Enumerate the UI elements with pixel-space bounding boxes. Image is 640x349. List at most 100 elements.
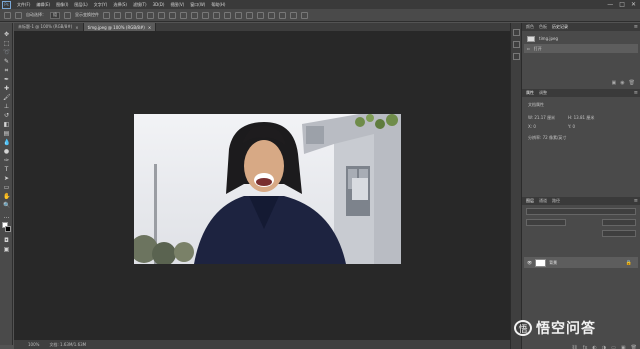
history-state-row[interactable]: ▫ 打开 xyxy=(524,44,638,53)
move-tool-preset-icon[interactable] xyxy=(4,11,11,19)
lasso-tool-icon[interactable]: ➰ xyxy=(3,49,10,56)
add-mask-icon[interactable]: ◐ xyxy=(592,345,596,349)
distribute-hcenter-icon[interactable] xyxy=(213,11,220,19)
history-dock-icon[interactable] xyxy=(513,29,520,36)
quick-mask-icon[interactable]: ◘ xyxy=(3,237,10,244)
menu-select[interactable]: 选择(S) xyxy=(113,2,127,8)
crop-tool-icon[interactable]: ⌗ xyxy=(3,67,10,74)
tab-layers[interactable]: 图层 xyxy=(526,198,534,204)
zoom-tool-icon[interactable]: 🔍 xyxy=(3,202,10,209)
distribute-bottom-icon[interactable] xyxy=(191,11,198,19)
adjustment-layer-icon[interactable]: ◑ xyxy=(602,345,606,349)
move-tool-icon[interactable]: ✥ xyxy=(3,31,10,38)
shape-tool-icon[interactable]: ▭ xyxy=(3,184,10,191)
delete-state-icon[interactable]: 🗑 xyxy=(629,80,635,87)
gradient-tool-icon[interactable]: ▤ xyxy=(3,130,10,137)
align-bottom-icon[interactable] xyxy=(125,11,132,19)
quick-select-tool-icon[interactable]: ✎ xyxy=(3,58,10,65)
tab-paths[interactable]: 路径 xyxy=(552,198,560,204)
x-value[interactable]: X: 0 xyxy=(528,124,536,129)
document-tab-active[interactable]: timg.jpeg @ 100% (RGB/8#) × xyxy=(83,23,157,31)
layer-style-icon[interactable]: fx xyxy=(583,345,588,349)
layer-name[interactable]: 背景 xyxy=(549,260,557,266)
auto-select-checkbox[interactable] xyxy=(15,11,22,19)
height-value[interactable]: H: 13.81 厘米 xyxy=(568,115,594,121)
close-tab-icon[interactable]: × xyxy=(75,25,78,30)
hand-tool-icon[interactable]: ✋ xyxy=(3,193,10,200)
blur-tool-icon[interactable]: 💧 xyxy=(3,139,10,146)
3d-roll-icon[interactable] xyxy=(268,11,275,19)
fill-field[interactable] xyxy=(602,230,636,237)
document-tab[interactable]: 未标题-1 @ 100% (RGB/8#) × xyxy=(14,23,84,31)
menu-file[interactable]: 文件(F) xyxy=(17,2,30,8)
align-vcenter-icon[interactable] xyxy=(114,11,121,19)
marquee-tool-icon[interactable]: ⬚ xyxy=(3,40,10,47)
tab-swatches[interactable]: 色板 xyxy=(539,24,547,30)
panel-menu-icon[interactable]: ≡ xyxy=(634,198,638,204)
menu-help[interactable]: 帮助(H) xyxy=(211,2,225,8)
zoom-level[interactable]: 100% xyxy=(28,342,39,347)
distribute-vcenter-icon[interactable] xyxy=(180,11,187,19)
tab-history[interactable]: 历史记录 xyxy=(552,24,568,30)
brush-tool-icon[interactable]: 🖌 xyxy=(3,94,11,101)
menu-3d[interactable]: 3D(D) xyxy=(153,2,165,8)
blend-mode-dropdown[interactable] xyxy=(526,219,566,226)
3d-pan-icon[interactable] xyxy=(279,11,286,19)
align-top-icon[interactable] xyxy=(103,11,110,19)
auto-select-dropdown[interactable]: 组 xyxy=(50,11,60,19)
menu-layer[interactable]: 图层(L) xyxy=(74,2,87,8)
panel-menu-icon[interactable]: ≡ xyxy=(634,24,638,30)
path-select-tool-icon[interactable]: ➤ xyxy=(3,175,10,182)
minimize-button[interactable]: — xyxy=(607,1,613,8)
distribute-top-icon[interactable] xyxy=(169,11,176,19)
maximize-button[interactable]: □ xyxy=(619,1,625,8)
tab-channels[interactable]: 通道 xyxy=(539,198,547,204)
layer-filter-dropdown[interactable] xyxy=(526,208,636,215)
width-value[interactable]: W: 21.17 厘米 xyxy=(528,115,555,121)
menu-filter[interactable]: 滤镜(T) xyxy=(133,2,147,8)
tab-properties[interactable]: 属性 xyxy=(526,90,534,96)
menu-view[interactable]: 视图(V) xyxy=(170,2,184,8)
tab-color[interactable]: 颜色 xyxy=(526,24,534,30)
delete-layer-icon[interactable]: 🗑 xyxy=(631,345,637,349)
3d-rotate-icon[interactable] xyxy=(257,11,264,19)
history-brush-tool-icon[interactable]: ↺ xyxy=(3,112,10,119)
pen-tool-icon[interactable]: ✑ xyxy=(3,157,10,164)
document-size-info[interactable]: 文档: 1.63M/1.63M xyxy=(49,342,86,348)
3d-scale-icon[interactable] xyxy=(301,11,308,19)
healing-brush-tool-icon[interactable]: ✚ xyxy=(3,85,10,92)
link-layers-icon[interactable]: ⛓ xyxy=(571,345,577,349)
opacity-field[interactable] xyxy=(602,219,636,226)
camera-snapshot-icon[interactable]: ◉ xyxy=(620,80,624,87)
clone-stamp-tool-icon[interactable]: ⊥ xyxy=(3,103,10,110)
new-group-icon[interactable]: ▭ xyxy=(611,345,616,349)
menu-window[interactable]: 窗口(W) xyxy=(190,2,205,8)
y-value[interactable]: Y: 0 xyxy=(568,124,575,129)
character-dock-icon[interactable] xyxy=(513,53,520,60)
distribute-left-icon[interactable] xyxy=(202,11,209,19)
type-tool-icon[interactable]: T xyxy=(3,166,10,173)
show-transform-checkbox[interactable] xyxy=(64,11,71,19)
background-color-swatch[interactable] xyxy=(5,226,11,232)
align-left-icon[interactable] xyxy=(136,11,143,19)
eyedropper-tool-icon[interactable]: ✒ xyxy=(3,76,10,83)
eye-icon[interactable]: 👁 xyxy=(527,260,532,265)
close-tab-icon[interactable]: × xyxy=(148,25,151,30)
history-snapshot-row[interactable]: timg.jpeg xyxy=(524,34,638,43)
menu-edit[interactable]: 编辑(E) xyxy=(36,2,50,8)
dodge-tool-icon[interactable]: ● xyxy=(3,148,10,155)
menu-image[interactable]: 图像(I) xyxy=(56,2,68,8)
align-right-icon[interactable] xyxy=(158,11,165,19)
brush-dock-icon[interactable] xyxy=(513,41,520,48)
distribute-right-icon[interactable] xyxy=(224,11,231,19)
eraser-tool-icon[interactable]: ◧ xyxy=(3,121,10,128)
lock-icon[interactable]: 🔒 xyxy=(626,260,632,266)
menu-type[interactable]: 文字(Y) xyxy=(94,2,108,8)
close-button[interactable]: ✕ xyxy=(631,1,636,8)
layer-row[interactable]: 👁 背景 🔒 xyxy=(524,257,638,268)
panel-menu-icon[interactable]: ≡ xyxy=(634,90,638,96)
document-image[interactable] xyxy=(134,114,401,264)
3d-mode-icon[interactable] xyxy=(246,11,253,19)
new-layer-icon[interactable]: ▣ xyxy=(621,345,626,349)
auto-align-icon[interactable] xyxy=(235,11,242,19)
